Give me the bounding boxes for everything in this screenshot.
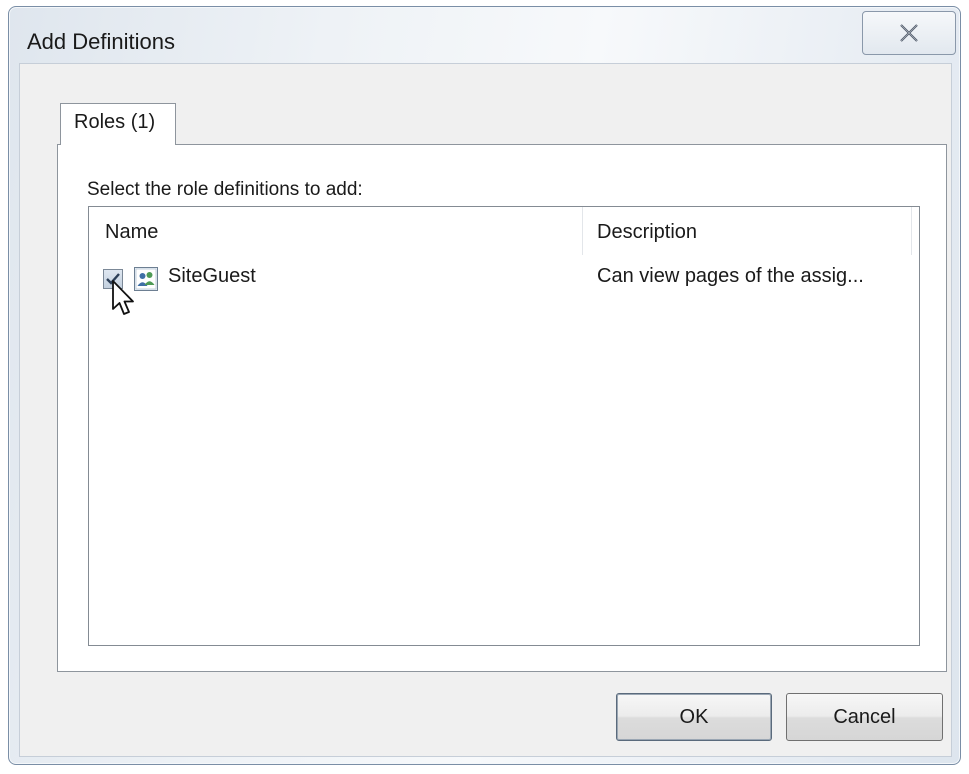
role-definitions-list[interactable]: Name Description SiteGuest Can view page… — [88, 206, 920, 646]
list-item[interactable]: SiteGuest Can view pages of the assig... — [89, 259, 919, 315]
dialog-title: Add Definitions — [27, 29, 175, 54]
dialog-client-area: Roles (1) Select the role definitions to… — [19, 63, 952, 757]
close-x-icon — [900, 24, 918, 42]
column-header-name[interactable]: Name — [89, 207, 583, 255]
role-name: SiteGuest — [168, 265, 256, 287]
add-definitions-dialog: Add Definitions Roles (1) Select the rol… — [8, 6, 961, 765]
tab-roles[interactable]: Roles (1) — [60, 103, 176, 145]
roles-tab-panel: Select the role definitions to add: Name… — [57, 144, 947, 672]
tab-roles-label: Roles (1) — [74, 111, 156, 133]
checkmark-icon — [106, 273, 120, 285]
close-button[interactable] — [862, 11, 956, 55]
row-checkbox[interactable] — [103, 269, 123, 289]
list-header: Name Description — [89, 207, 919, 255]
ok-button[interactable]: OK — [616, 693, 772, 741]
instruction-label: Select the role definitions to add: — [87, 179, 363, 200]
role-description: Can view pages of the assig... — [597, 265, 864, 287]
role-users-icon — [134, 267, 158, 291]
cancel-button[interactable]: Cancel — [786, 693, 943, 741]
column-header-description[interactable]: Description — [584, 207, 912, 255]
